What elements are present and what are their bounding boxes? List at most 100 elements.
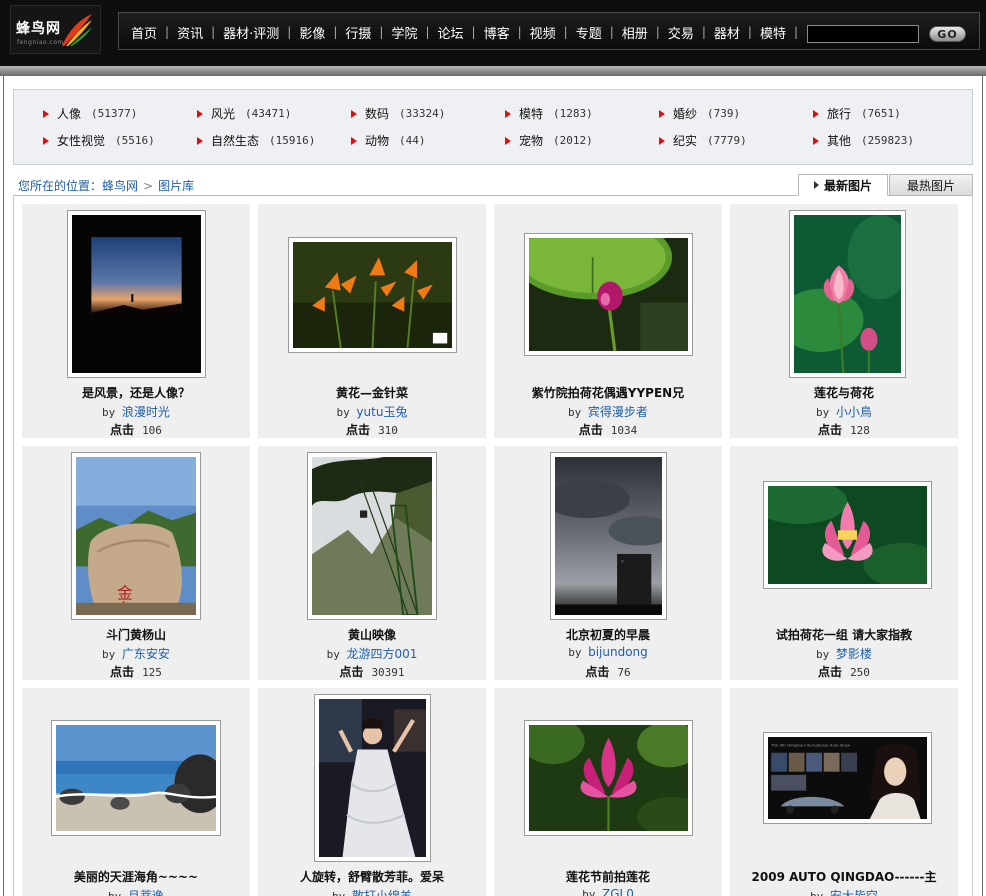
category-link[interactable]: 旅行 (7651) <box>813 105 901 122</box>
category-link[interactable]: 自然生态 (15916) <box>197 132 315 149</box>
hits-count: 76 <box>617 666 631 679</box>
photo-thumbnail-seaside-rocks[interactable] <box>51 720 221 836</box>
main-nav: 首页 | 资讯 | 器材·评测 | 影像 | 行摄 | 学院 | 论坛 | 博客 | 视频 | 专题 | 相册 | 交易 | 器… <box>131 13 832 51</box>
nav-item[interactable]: 器材·评测 <box>223 23 279 42</box>
photo-thumbnail-sunset-silhouette[interactable] <box>67 210 206 378</box>
search-input[interactable] <box>807 25 919 43</box>
red-arrow-icon <box>505 109 511 118</box>
photo-title[interactable]: 2009 AUTO QINGDAO------主 <box>730 868 958 885</box>
thumbnail-image: The 9th Qingdao International Auto Show <box>768 737 927 819</box>
thumbnail-image <box>529 238 688 351</box>
photo-thumbnail-orange-lilies[interactable] <box>288 237 457 353</box>
hits-label: 点击 <box>818 423 843 437</box>
photo-thumbnail-magenta-lotus[interactable] <box>524 720 693 836</box>
photo-title[interactable]: 黄山映像 <box>258 626 486 643</box>
breadcrumb-home-link[interactable]: 蜂鸟网 <box>102 177 138 194</box>
by-label: by <box>102 648 116 661</box>
photo-byline: by 宾得漫步者 <box>494 403 722 420</box>
photo-author[interactable]: 广东安安 <box>122 647 170 661</box>
category-link[interactable]: 模特 (1283) <box>505 105 593 122</box>
by-label: by <box>568 646 582 659</box>
photo-title[interactable]: 莲花与荷花 <box>730 384 958 401</box>
search-go-button[interactable]: GO <box>929 26 966 42</box>
nav-item[interactable]: 影像 <box>299 23 325 42</box>
nav-item[interactable]: 相册 <box>622 23 648 42</box>
nav-item[interactable]: 博客 <box>484 23 510 42</box>
red-arrow-icon <box>813 109 819 118</box>
category-link[interactable]: 婚纱 (739) <box>659 105 740 122</box>
category-count: (44) <box>399 134 426 147</box>
photo-thumbnail-lotus-bud-leaf[interactable] <box>524 233 693 356</box>
nav-item[interactable]: 交易 <box>668 23 694 42</box>
breadcrumb-current[interactable]: 图片库 <box>158 177 194 194</box>
photo-thumbnail-cable-car-mountain[interactable] <box>307 452 437 620</box>
photo-thumbnail-carved-rock[interactable]: 金台寺 <box>71 452 201 620</box>
nav-separator: | <box>471 25 476 39</box>
photo-thumbnail-pink-lotus-dark[interactable] <box>763 481 932 589</box>
photo-author[interactable]: 龙游四方001 <box>346 647 417 661</box>
nav-item[interactable]: 视频 <box>530 23 556 42</box>
nav-item[interactable]: 行摄 <box>345 23 371 42</box>
category-link[interactable]: 人像 (51377) <box>43 105 137 122</box>
thumbnail-image <box>56 725 216 831</box>
category-link[interactable]: 风光 (43471) <box>197 105 291 122</box>
nav-item[interactable]: 资讯 <box>177 23 203 42</box>
category-link[interactable]: 其他 (259823) <box>813 132 914 149</box>
photo-hits: 点击 128 <box>730 421 958 438</box>
category-link[interactable]: 宠物 (2012) <box>505 132 593 149</box>
photo-author[interactable]: 安大皆空 <box>830 889 878 896</box>
category-name: 数码 <box>365 107 390 121</box>
photo-thumbnail-model-white-dress[interactable] <box>314 694 431 862</box>
photo-author[interactable]: ZGL0 <box>602 887 634 896</box>
category-count: (259823) <box>861 134 914 147</box>
photo-title[interactable]: 试拍荷花一组 请大家指教 <box>730 626 958 643</box>
photo-author[interactable]: 宾得漫步者 <box>588 405 648 419</box>
nav-item[interactable]: 论坛 <box>438 23 464 42</box>
photo-author[interactable]: 浪漫时光 <box>122 405 170 419</box>
category-link[interactable]: 数码 (33324) <box>351 105 445 122</box>
breadcrumb-prefix: 您所在的位置： <box>18 179 103 193</box>
photo-hits: 点击 30391 <box>258 663 486 680</box>
photo-thumbnail-pink-lotus-green[interactable] <box>789 210 906 378</box>
site-header: 蜂鸟网 fengniao.com 首页 | 资讯 | 器材·评测 | 影像 | 行摄 | 学院 | 论坛… <box>0 0 986 66</box>
nav-item[interactable]: 模特 <box>760 23 786 42</box>
photo-title[interactable]: 黄花—金针菜 <box>258 384 486 401</box>
hits-label: 点击 <box>339 665 364 679</box>
nav-item[interactable]: 首页 <box>131 23 157 42</box>
photo-byline: by 散打小绵羊 <box>258 887 486 896</box>
photo-author[interactable]: 小小鳥 <box>836 405 872 419</box>
category-name: 纪实 <box>673 134 698 148</box>
by-label: by <box>332 890 345 896</box>
photo-thumbnail-auto-show-banner[interactable]: The 9th Qingdao International Auto Show <box>763 732 932 824</box>
tab-hot-photos[interactable]: 最热图片 <box>889 174 973 196</box>
category-link[interactable]: 动物 (44) <box>351 132 426 149</box>
photo-title[interactable]: 北京初夏的早晨 <box>494 626 722 643</box>
photo-thumbnail-cloudy-city[interactable] <box>550 452 667 620</box>
photo-author[interactable]: bijundong <box>588 645 648 659</box>
photo-author[interactable]: yutu玉兔 <box>356 405 407 419</box>
photo-title[interactable]: 紫竹院拍荷花偶遇YYPEN兄 <box>494 384 722 401</box>
category-link[interactable]: 女性视觉 (5516) <box>43 132 155 149</box>
nav-item[interactable]: 学院 <box>391 23 417 42</box>
photo-title[interactable]: 是风景，还是人像？ <box>22 384 250 401</box>
photo-byline: by ZGL0 <box>494 887 722 896</box>
hits-count: 125 <box>142 666 162 679</box>
tab-latest-photos[interactable]: 最新图片 <box>798 174 888 196</box>
category-count: (5516) <box>115 134 155 147</box>
by-label: by <box>326 648 340 661</box>
photo-byline: by bijundong <box>494 645 722 659</box>
photo-title[interactable]: 人旋转，舒臂散芳菲。爱呆 <box>258 868 486 885</box>
photo-author[interactable]: 月菩逸 <box>128 889 164 896</box>
photo-title[interactable]: 莲花节前拍莲花 <box>494 868 722 885</box>
logo-domain: fengniao.com <box>17 39 64 46</box>
nav-item[interactable]: 器材 <box>714 23 740 42</box>
photo-title[interactable]: 美丽的天涯海角~~~~ <box>22 868 250 885</box>
photo-author[interactable]: 散打小绵羊 <box>352 889 412 896</box>
nav-item[interactable]: 专题 <box>576 23 602 42</box>
photo-author[interactable]: 梦影楼 <box>836 647 872 661</box>
nav-separator: | <box>425 25 430 39</box>
photo-title[interactable]: 斗门黄杨山 <box>22 626 250 643</box>
site-logo[interactable]: 蜂鸟网 fengniao.com <box>10 5 101 54</box>
category-name: 宠物 <box>519 134 544 148</box>
category-link[interactable]: 纪实 (7779) <box>659 132 747 149</box>
